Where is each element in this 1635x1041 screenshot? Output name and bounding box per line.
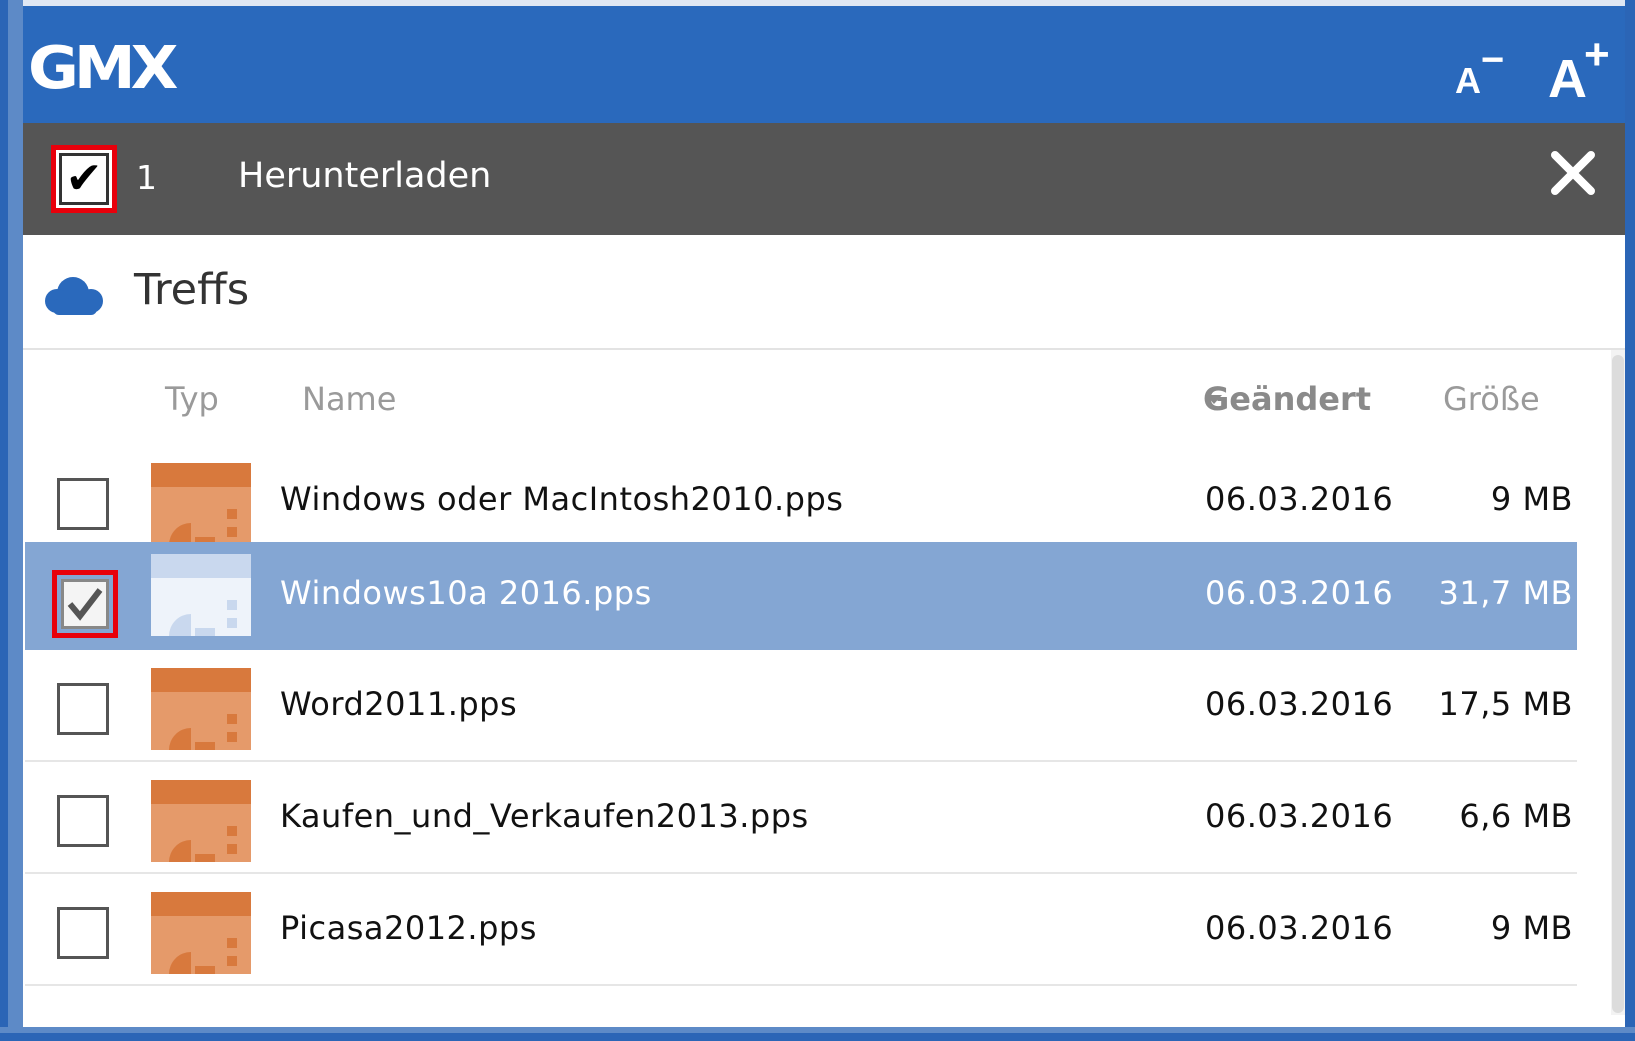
gmx-logo: GMX [28, 32, 178, 103]
file-name: Word2011.pps [280, 685, 518, 723]
file-table: Typ Name Geändert Größe Windows oder Mac… [23, 350, 1611, 1015]
presentation-file-icon [151, 892, 255, 976]
folder-title: Treffs [134, 265, 250, 315]
table-row[interactable]: Kaufen_und_Verkaufen2013.pps 06.03.2016 … [25, 762, 1577, 874]
file-changed-date: 06.03.2016 [1205, 797, 1394, 835]
presentation-file-icon [151, 780, 255, 864]
close-icon[interactable] [1543, 145, 1603, 205]
frame-left [0, 0, 8, 1041]
file-size: 31,7 MB [1438, 574, 1573, 612]
checkmark-icon: ✔ [59, 153, 109, 205]
presentation-file-icon [151, 554, 255, 638]
column-header-name[interactable]: Name [302, 380, 396, 418]
file-name: Kaufen_und_Verkaufen2013.pps [280, 797, 809, 835]
file-name: Windows10a 2016.pps [280, 574, 652, 612]
file-name: Picasa2012.pps [280, 909, 537, 947]
row-checkbox[interactable] [57, 683, 109, 735]
row-checkbox[interactable] [57, 907, 109, 959]
increase-font-button[interactable]: A + [1548, 30, 1618, 109]
frame-left-inner [8, 0, 23, 1041]
column-header-size[interactable]: Größe [1443, 380, 1540, 418]
decrease-font-button[interactable]: A − [1455, 38, 1515, 106]
frame-bottom [0, 1033, 1635, 1041]
app-window: GMX A − A + ✔ 1 Herunterladen Treffs Typ… [0, 0, 1635, 1041]
minus-icon: − [1481, 38, 1505, 82]
table-row[interactable]: Windows10a 2016.pps 06.03.2016 31,7 MB [25, 542, 1577, 650]
folder-header: Treffs [23, 235, 1625, 350]
row-checkbox[interactable] [61, 579, 109, 629]
table-row[interactable]: Windows oder MacIntosh2010.pps 06.03.201… [25, 445, 1577, 557]
selected-count: 1 [136, 158, 157, 197]
table-row[interactable]: Picasa2012.pps 06.03.2016 9 MB [25, 874, 1577, 986]
file-size: 6,6 MB [1459, 797, 1573, 835]
download-button[interactable]: Herunterladen [238, 156, 491, 196]
table-row[interactable]: Word2011.pps 06.03.2016 17,5 MB [25, 650, 1577, 762]
file-changed-date: 06.03.2016 [1205, 480, 1394, 518]
scrollbar-thumb[interactable] [1612, 355, 1624, 1013]
file-changed-date: 06.03.2016 [1205, 685, 1394, 723]
row-checkbox[interactable] [57, 478, 109, 530]
file-name: Windows oder MacIntosh2010.pps [280, 480, 844, 518]
file-size: 9 MB [1490, 480, 1573, 518]
file-size: 9 MB [1490, 909, 1573, 947]
row-checkbox-highlight [52, 570, 118, 638]
select-all-checkbox[interactable]: ✔ [51, 145, 117, 213]
top-header: GMX A − A + [23, 6, 1625, 123]
file-size: 17,5 MB [1438, 685, 1573, 723]
frame-right [1625, 0, 1635, 1041]
presentation-file-icon [151, 463, 255, 547]
column-header-changed[interactable]: Geändert [1203, 380, 1371, 418]
cloud-icon [43, 275, 107, 315]
file-changed-date: 06.03.2016 [1205, 574, 1394, 612]
column-header-type[interactable]: Typ [165, 380, 219, 418]
presentation-file-icon [151, 668, 255, 752]
file-changed-date: 06.03.2016 [1205, 909, 1394, 947]
font-letter-icon: A [1548, 49, 1587, 109]
row-checkbox[interactable] [57, 795, 109, 847]
font-letter-icon: A [1455, 60, 1481, 101]
plus-icon: + [1584, 30, 1610, 79]
selection-action-bar: ✔ 1 Herunterladen [23, 123, 1625, 235]
